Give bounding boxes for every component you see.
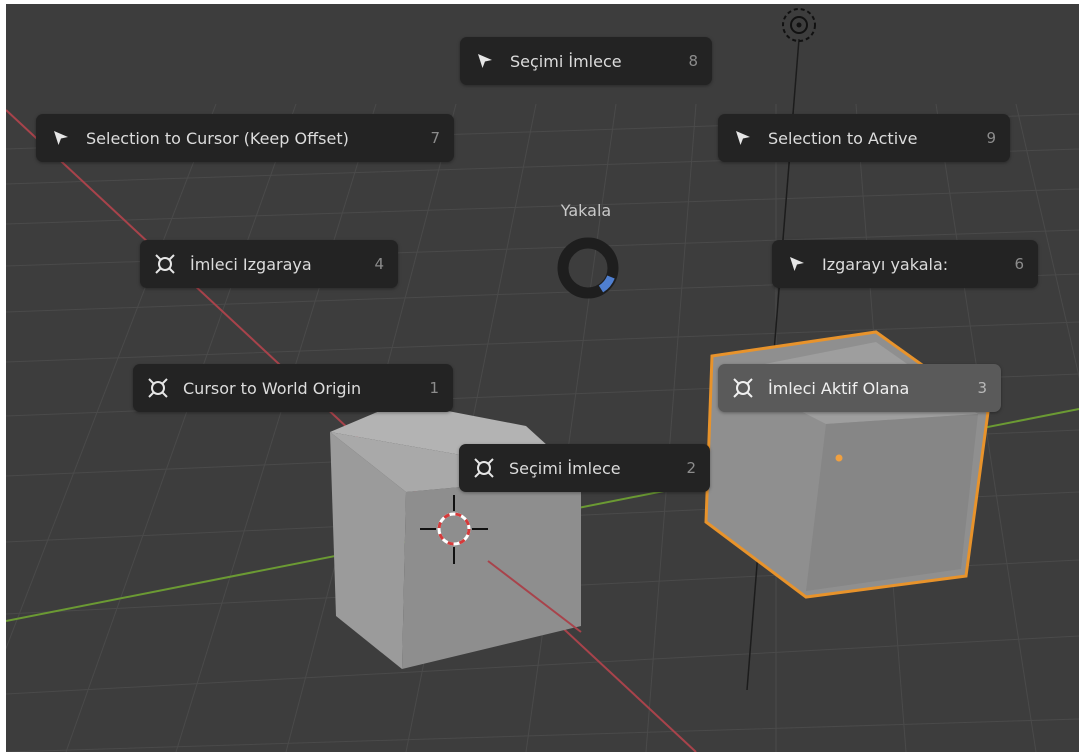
pie-item-6[interactable]: Izgarayı yakala: 6 — [772, 240, 1038, 288]
cursor-target-icon — [473, 457, 495, 479]
cursor-target-icon — [732, 377, 754, 399]
pie-item-hotkey: 7 — [430, 129, 440, 147]
pie-item-label: Seçimi İmlece — [509, 458, 621, 478]
pointer-arrow-icon — [474, 50, 496, 72]
pie-item-label: Selection to Active — [768, 128, 918, 148]
pie-item-hotkey: 6 — [1014, 255, 1024, 273]
pointer-arrow-icon — [732, 127, 754, 149]
3d-viewport[interactable]: Yakala Seçimi İmlece 8 Selection to Curs… — [6, 4, 1079, 752]
pie-item-hotkey: 3 — [977, 379, 987, 397]
pointer-arrow-icon — [50, 127, 72, 149]
pie-item-hotkey: 8 — [688, 52, 698, 70]
pie-item-label: İmleci Aktif Olana — [768, 378, 910, 398]
pie-item-3[interactable]: İmleci Aktif Olana 3 — [718, 364, 1001, 412]
pie-item-label: Seçimi İmlece — [510, 51, 622, 71]
pie-item-hotkey: 9 — [986, 129, 996, 147]
pie-item-1[interactable]: Cursor to World Origin 1 — [133, 364, 453, 412]
pie-item-label: Selection to Cursor (Keep Offset) — [86, 128, 349, 148]
pie-item-9[interactable]: Selection to Active 9 — [718, 114, 1010, 162]
pointer-arrow-icon — [786, 253, 808, 275]
pie-item-7[interactable]: Selection to Cursor (Keep Offset) 7 — [36, 114, 454, 162]
pie-menu-title: Yakala — [560, 201, 612, 220]
default-cube[interactable] — [330, 402, 581, 669]
pie-item-hotkey: 4 — [374, 255, 384, 273]
pie-item-4[interactable]: İmleci Izgaraya 4 — [140, 240, 398, 288]
pie-direction-indicator — [557, 237, 619, 299]
pie-item-2[interactable]: Seçimi İmlece 2 — [459, 444, 710, 492]
pie-item-label: Izgarayı yakala: — [822, 254, 949, 274]
pie-item-label: Cursor to World Origin — [183, 378, 362, 398]
object-origin — [835, 454, 843, 462]
pie-item-label: İmleci Izgaraya — [190, 254, 312, 274]
pie-item-8[interactable]: Seçimi İmlece 8 — [460, 37, 712, 85]
cursor-target-icon — [154, 253, 176, 275]
cursor-target-icon — [147, 377, 169, 399]
pie-item-hotkey: 1 — [429, 379, 439, 397]
pie-item-hotkey: 2 — [686, 459, 696, 477]
